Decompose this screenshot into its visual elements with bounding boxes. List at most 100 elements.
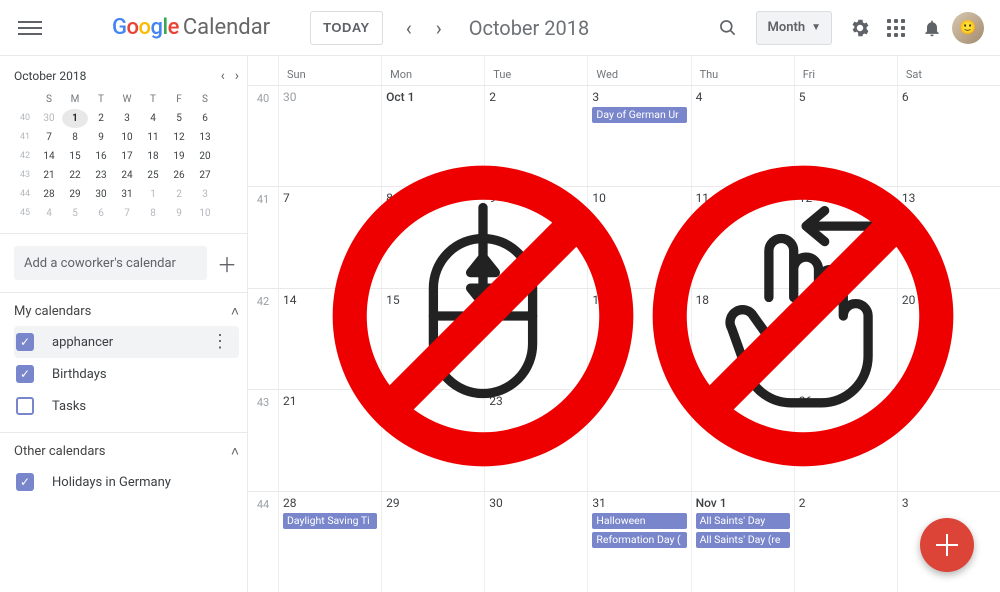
my-calendars-toggle[interactable]: My calendars ˄ bbox=[14, 303, 239, 320]
day-cell[interactable]: 7 bbox=[278, 187, 381, 287]
mini-day-cell[interactable]: 11 bbox=[140, 128, 166, 147]
mini-day-cell[interactable]: 2 bbox=[166, 185, 192, 204]
day-cell[interactable]: 28Daylight Saving Ti bbox=[278, 492, 381, 592]
calendar-checkbox[interactable] bbox=[16, 473, 34, 491]
day-cell[interactable]: 22 bbox=[381, 390, 484, 490]
mini-day-cell[interactable]: 7 bbox=[114, 204, 140, 223]
mini-day-cell[interactable]: 3 bbox=[192, 185, 218, 204]
day-cell[interactable]: 2 bbox=[794, 492, 897, 592]
mini-day-cell[interactable]: 18 bbox=[140, 147, 166, 166]
event-chip[interactable]: All Saints' Day bbox=[696, 513, 790, 529]
calendar-checkbox[interactable] bbox=[16, 333, 34, 351]
event-chip[interactable]: Reformation Day ( bbox=[592, 532, 686, 548]
mini-prev-month[interactable]: ‹ bbox=[221, 68, 225, 84]
calendar-item[interactable]: apphancer ⋮ bbox=[14, 326, 239, 358]
mini-day-cell[interactable]: 15 bbox=[62, 147, 88, 166]
day-cell[interactable]: 2 bbox=[484, 86, 587, 186]
day-cell[interactable]: 30 bbox=[484, 492, 587, 592]
mini-day-cell[interactable]: 25 bbox=[140, 166, 166, 185]
mini-day-cell[interactable]: 12 bbox=[166, 128, 192, 147]
create-event-fab[interactable] bbox=[920, 518, 974, 572]
day-cell[interactable]: 8 bbox=[381, 187, 484, 287]
other-calendars-toggle[interactable]: Other calendars ˄ bbox=[14, 443, 239, 460]
mini-day-cell[interactable]: 4 bbox=[140, 109, 166, 128]
mini-day-cell[interactable]: 23 bbox=[88, 166, 114, 185]
mini-day-cell[interactable]: 30 bbox=[88, 185, 114, 204]
mini-day-cell[interactable]: 21 bbox=[36, 166, 62, 185]
mini-day-cell[interactable]: 19 bbox=[166, 147, 192, 166]
mini-day-cell[interactable]: 29 bbox=[62, 185, 88, 204]
day-cell[interactable]: 12 bbox=[794, 187, 897, 287]
day-cell[interactable]: 13 bbox=[897, 187, 1000, 287]
calendar-item[interactable]: Holidays in Germany bbox=[14, 466, 239, 498]
mini-day-cell[interactable]: 4 bbox=[36, 204, 62, 223]
add-coworker-input[interactable]: Add a coworker's calendar bbox=[14, 246, 207, 280]
day-cell[interactable]: Oct 1 bbox=[381, 86, 484, 186]
mini-day-cell[interactable]: 14 bbox=[36, 147, 62, 166]
next-period-button[interactable]: › bbox=[427, 16, 451, 40]
mini-day-cell[interactable]: 10 bbox=[114, 128, 140, 147]
mini-day-cell[interactable]: 28 bbox=[36, 185, 62, 204]
event-chip[interactable]: Daylight Saving Ti bbox=[283, 513, 377, 529]
day-cell[interactable]: 24 bbox=[587, 390, 690, 490]
settings-button[interactable] bbox=[842, 10, 878, 46]
day-cell[interactable]: 9 bbox=[484, 187, 587, 287]
day-cell[interactable]: 14 bbox=[278, 289, 381, 389]
calendar-item[interactable]: Tasks bbox=[14, 390, 239, 422]
notifications-button[interactable] bbox=[914, 10, 950, 46]
day-cell[interactable]: 6 bbox=[897, 86, 1000, 186]
day-cell[interactable]: 21 bbox=[278, 390, 381, 490]
mini-day-cell[interactable]: 10 bbox=[192, 204, 218, 223]
mini-day-cell[interactable]: 31 bbox=[114, 185, 140, 204]
mini-day-cell[interactable]: 3 bbox=[114, 109, 140, 128]
main-menu-button[interactable] bbox=[18, 16, 42, 40]
mini-day-cell[interactable]: 26 bbox=[166, 166, 192, 185]
mini-day-cell[interactable]: 24 bbox=[114, 166, 140, 185]
day-cell[interactable]: 25 bbox=[691, 390, 794, 490]
calendar-checkbox[interactable] bbox=[16, 365, 34, 383]
mini-day-cell[interactable]: 9 bbox=[88, 128, 114, 147]
day-cell[interactable]: 10 bbox=[587, 187, 690, 287]
day-cell[interactable]: 19 bbox=[794, 289, 897, 389]
mini-day-cell[interactable]: 6 bbox=[88, 204, 114, 223]
day-cell[interactable]: 11 bbox=[691, 187, 794, 287]
mini-day-cell[interactable]: 2 bbox=[88, 109, 114, 128]
search-button[interactable] bbox=[710, 10, 746, 46]
view-select[interactable]: Month ▼ bbox=[756, 11, 832, 45]
day-cell[interactable]: 29 bbox=[381, 492, 484, 592]
day-cell[interactable]: 4 bbox=[691, 86, 794, 186]
day-cell[interactable]: 15 bbox=[381, 289, 484, 389]
event-chip[interactable]: Day of German Ur bbox=[592, 107, 686, 123]
calendar-item[interactable]: Birthdays bbox=[14, 358, 239, 390]
add-coworker-plus-button[interactable]: ＋ bbox=[215, 251, 239, 275]
day-cell[interactable]: Nov 1All Saints' DayAll Saints' Day (re bbox=[691, 492, 794, 592]
day-cell[interactable]: 18 bbox=[691, 289, 794, 389]
mini-day-cell[interactable]: 27 bbox=[192, 166, 218, 185]
day-cell[interactable]: 27 bbox=[897, 390, 1000, 490]
mini-day-cell[interactable]: 5 bbox=[62, 204, 88, 223]
mini-day-cell[interactable]: 8 bbox=[62, 128, 88, 147]
mini-day-cell[interactable]: 9 bbox=[166, 204, 192, 223]
day-cell[interactable]: 30 bbox=[278, 86, 381, 186]
mini-day-cell[interactable]: 5 bbox=[166, 109, 192, 128]
account-button[interactable]: 🙂 bbox=[950, 10, 986, 46]
mini-day-cell[interactable]: 7 bbox=[36, 128, 62, 147]
day-cell[interactable]: 26 bbox=[794, 390, 897, 490]
calendar-checkbox[interactable] bbox=[16, 397, 34, 415]
day-cell[interactable]: 3Day of German Ur bbox=[587, 86, 690, 186]
google-apps-button[interactable] bbox=[878, 10, 914, 46]
mini-next-month[interactable]: › bbox=[235, 68, 239, 84]
day-cell[interactable]: 31HalloweenReformation Day ( bbox=[587, 492, 690, 592]
mini-day-cell[interactable]: 1 bbox=[140, 185, 166, 204]
mini-day-cell[interactable]: 13 bbox=[192, 128, 218, 147]
mini-day-cell[interactable]: 8 bbox=[140, 204, 166, 223]
prev-period-button[interactable]: ‹ bbox=[397, 16, 421, 40]
day-cell[interactable]: 16 bbox=[484, 289, 587, 389]
day-cell[interactable]: 17 bbox=[587, 289, 690, 389]
today-button[interactable]: TODAY bbox=[310, 11, 383, 45]
mini-day-cell[interactable]: 16 bbox=[88, 147, 114, 166]
mini-day-cell[interactable]: 20 bbox=[192, 147, 218, 166]
day-cell[interactable]: 20 bbox=[897, 289, 1000, 389]
mini-day-cell[interactable]: 17 bbox=[114, 147, 140, 166]
event-chip[interactable]: Halloween bbox=[592, 513, 686, 529]
